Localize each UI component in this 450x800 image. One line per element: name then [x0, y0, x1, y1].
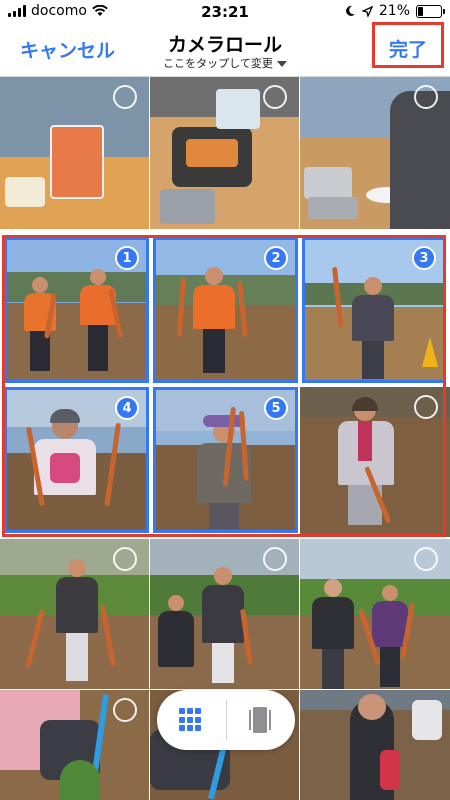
photo-thumbnail[interactable]: [300, 539, 450, 689]
view-mode-toggle: [157, 690, 295, 750]
select-circle[interactable]: [263, 85, 287, 109]
battery-icon: [416, 4, 445, 18]
select-circle[interactable]: [414, 547, 438, 571]
selection-badge[interactable]: 1: [115, 246, 139, 270]
selection-badge[interactable]: 2: [264, 246, 288, 270]
photo-thumbnail[interactable]: 4: [4, 387, 149, 533]
select-circle[interactable]: [113, 85, 137, 109]
done-button[interactable]: 完了: [375, 35, 441, 62]
moon-icon: [345, 5, 355, 16]
caret-down-icon: [276, 61, 287, 67]
photo-thumbnail[interactable]: 2: [153, 237, 298, 383]
selection-badge[interactable]: 4: [115, 396, 139, 420]
select-circle[interactable]: [113, 547, 137, 571]
select-circle[interactable]: [414, 395, 438, 419]
select-circle[interactable]: [263, 547, 287, 571]
grid-icon[interactable]: [179, 708, 203, 732]
select-circle[interactable]: [113, 698, 137, 722]
photo-thumbnail[interactable]: [0, 690, 149, 800]
photo-thumbnail[interactable]: [300, 77, 450, 229]
toggle-divider: [226, 700, 227, 740]
selection-badge[interactable]: 3: [412, 246, 436, 270]
photo-thumbnail[interactable]: [300, 387, 450, 537]
status-bar: docomo 23:21 21%: [0, 0, 450, 24]
status-right: 21%: [344, 3, 445, 19]
photo-thumbnail[interactable]: [0, 539, 149, 689]
battery-percent: 21%: [378, 3, 410, 19]
done-highlight-box: 完了: [372, 22, 444, 68]
album-switch-label: ここをタップして変更: [163, 57, 273, 70]
photo-thumbnail[interactable]: [150, 539, 299, 689]
selection-badge[interactable]: 5: [264, 396, 288, 420]
photo-thumbnail[interactable]: [150, 77, 299, 229]
photo-thumbnail[interactable]: 3: [302, 237, 446, 383]
photo-thumbnail[interactable]: [300, 690, 450, 800]
photo-thumbnail[interactable]: 1: [4, 237, 149, 383]
photo-thumbnail[interactable]: [0, 77, 149, 229]
location-arrow-icon: [361, 5, 373, 17]
photo-thumbnail[interactable]: 5: [153, 387, 298, 533]
single-photo-icon[interactable]: [249, 707, 271, 733]
select-circle[interactable]: [414, 85, 438, 109]
